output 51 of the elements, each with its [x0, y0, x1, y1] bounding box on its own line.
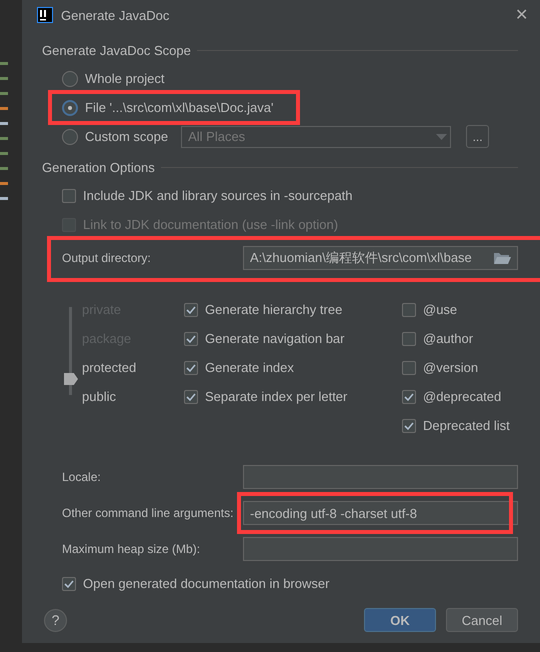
output-directory-field[interactable]: A:\zhuomian\编程软件\src\com\xl\base	[243, 246, 518, 270]
checkbox-label[interactable]: Generate hierarchy tree	[205, 302, 342, 317]
radio-label[interactable]: Whole project	[85, 71, 164, 86]
radio-label[interactable]: File '...\src\com\xl\base\Doc.java'	[85, 100, 274, 115]
checkbox-label[interactable]: @use	[423, 302, 458, 317]
checkbox[interactable]	[184, 302, 198, 316]
input-field[interactable]	[243, 465, 518, 489]
checkbox-label[interactable]: @author	[423, 331, 474, 346]
input-field[interactable]: -encoding utf-8 -charset utf-8	[243, 501, 518, 525]
caret-icon	[436, 134, 448, 140]
checkbox[interactable]	[184, 390, 198, 404]
checkbox[interactable]	[184, 360, 198, 374]
checkbox[interactable]	[402, 418, 416, 432]
checkbox-label[interactable]: @deprecated	[423, 389, 502, 404]
checkbox-label[interactable]: Deprecated list	[423, 418, 510, 433]
input-field[interactable]	[243, 537, 518, 561]
slider-thumb[interactable]	[64, 373, 78, 385]
checkbox-label[interactable]: Include JDK and library sources in -sourcepath	[83, 188, 353, 203]
checkbox[interactable]	[62, 188, 76, 202]
folder-icon	[493, 251, 511, 265]
checkbox-label[interactable]: Open generated documentation in browser	[83, 576, 330, 591]
radio-button[interactable]	[62, 100, 78, 116]
field-label: Locale:	[62, 470, 102, 484]
radio-button[interactable]	[62, 128, 78, 144]
checkbox-label[interactable]: Generate index	[205, 360, 294, 375]
checkbox[interactable]	[184, 332, 198, 346]
checkbox[interactable]	[402, 302, 416, 316]
access-level-slider[interactable]	[64, 307, 78, 395]
checkbox-label[interactable]: Separate index per letter	[205, 389, 348, 404]
field-label: Maximum heap size (Mb):	[62, 542, 202, 556]
access-level-label: public	[82, 388, 117, 406]
ok-button[interactable]: OK	[364, 608, 436, 632]
field-label: Other command line arguments:	[62, 506, 234, 520]
browse-button[interactable]: ...	[466, 125, 490, 148]
checkbox[interactable]	[402, 332, 416, 346]
checkbox-label[interactable]: @version	[423, 360, 478, 375]
checkbox[interactable]	[62, 576, 76, 590]
section-heading: Generate JavaDoc Scope	[42, 42, 191, 58]
checkbox[interactable]	[402, 390, 416, 404]
radio-label[interactable]: Custom scope	[85, 129, 168, 144]
radio-button[interactable]	[62, 70, 78, 86]
close-button[interactable]: ✕	[513, 5, 530, 25]
section-heading: Generation Options	[42, 160, 155, 174]
help-button[interactable]: ?	[44, 608, 67, 632]
app-logo-icon	[37, 7, 53, 23]
window-title: Generate JavaDoc	[61, 8, 170, 22]
checkbox-label[interactable]: Generate navigation bar	[205, 331, 344, 346]
cancel-button[interactable]: Cancel	[446, 608, 518, 632]
checkbox[interactable]	[402, 360, 416, 374]
access-level-label: protected	[82, 359, 136, 377]
field-label: Output directory:	[62, 251, 152, 265]
